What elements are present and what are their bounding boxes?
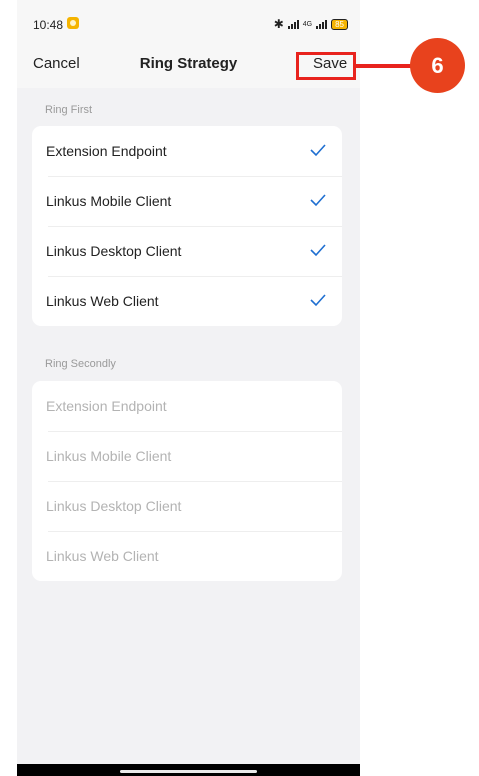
list-item[interactable]: Linkus Web Client	[32, 276, 342, 326]
list-item-label: Linkus Web Client	[46, 293, 159, 309]
list-item-label: Linkus Desktop Client	[46, 498, 182, 514]
section-label-ring-secondly: Ring Secondly	[45, 358, 116, 370]
list-item[interactable]: Linkus Mobile Client	[32, 176, 342, 226]
ring-secondly-list: Extension Endpoint Linkus Mobile Client …	[32, 381, 342, 581]
phone-screen: 10:48 ✱ 4G 85 Cancel Ring Strategy Save …	[17, 0, 360, 776]
bluetooth-icon: ✱	[273, 17, 284, 31]
signal-icon	[287, 19, 299, 29]
list-item-label: Extension Endpoint	[46, 398, 167, 414]
list-item-label: Linkus Mobile Client	[46, 193, 172, 209]
check-icon	[310, 294, 326, 307]
signal-icon-2	[316, 19, 328, 29]
list-item-label: Linkus Web Client	[46, 548, 159, 564]
notification-icon	[67, 17, 79, 29]
battery-icon: 85	[331, 18, 348, 30]
save-highlight-box	[296, 52, 356, 80]
list-item[interactable]: Linkus Web Client	[32, 531, 342, 581]
list-item[interactable]: Extension Endpoint	[32, 381, 342, 431]
ring-first-list: Extension Endpoint Linkus Mobile Client …	[32, 126, 342, 326]
list-item[interactable]: Extension Endpoint	[32, 126, 342, 176]
section-label-ring-first: Ring First	[45, 104, 93, 116]
list-item[interactable]: Linkus Desktop Client	[32, 481, 342, 531]
check-icon	[310, 144, 326, 157]
list-item-label: Extension Endpoint	[46, 143, 167, 159]
status-time: 10:48	[33, 18, 64, 32]
step-badge: 6	[410, 38, 465, 93]
system-icons: ✱ 4G 85	[274, 17, 348, 31]
list-item[interactable]: Linkus Desktop Client	[32, 226, 342, 276]
home-indicator[interactable]	[120, 770, 257, 773]
list-item[interactable]: Linkus Mobile Client	[32, 431, 342, 481]
list-item-label: Linkus Mobile Client	[46, 448, 172, 464]
list-item-label: Linkus Desktop Client	[46, 243, 182, 259]
status-bar: 10:48 ✱ 4G 85	[17, 0, 360, 44]
network-type: 4G	[302, 20, 313, 28]
annotation-connector	[356, 64, 416, 68]
check-icon	[310, 194, 326, 207]
check-icon	[310, 244, 326, 257]
